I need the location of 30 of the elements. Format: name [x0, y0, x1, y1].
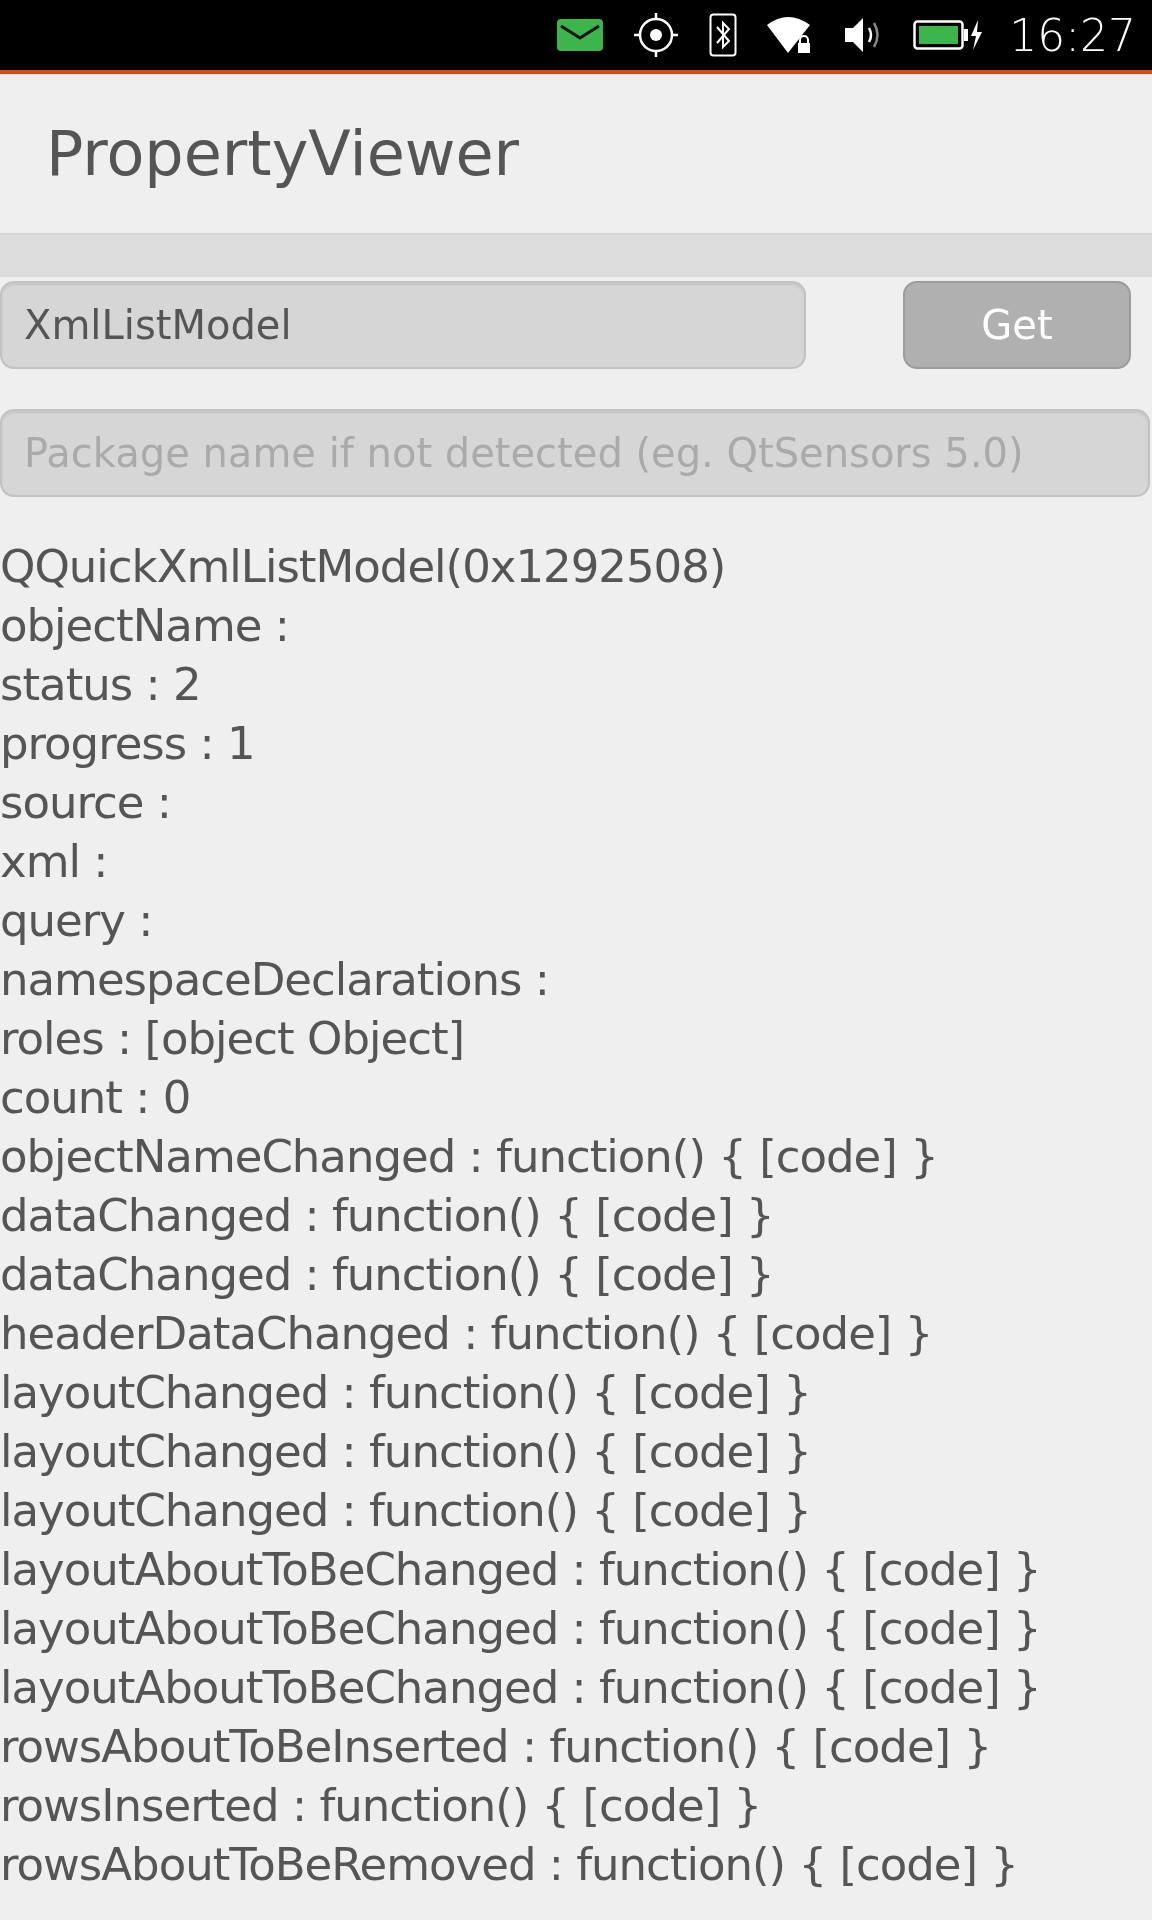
property-line: xml :	[0, 834, 108, 890]
bluetooth-icon[interactable]	[709, 13, 738, 57]
property-line: layoutAboutToBeChanged : function() { [code] }	[0, 1660, 1041, 1716]
property-line: layoutAboutToBeChanged : function() { [code] }	[0, 1601, 1041, 1657]
property-line: query :	[0, 893, 153, 949]
property-line: QQuickXmlListModel(0x1292508)	[0, 539, 726, 595]
property-line: rowsAboutToBeInserted : function() { [code] }	[0, 1719, 992, 1775]
property-line: rowsInserted : function() { [code] }	[0, 1778, 762, 1834]
property-line: layoutAboutToBeChanged : function() { [code] }	[0, 1542, 1041, 1598]
location-icon[interactable]	[633, 12, 680, 58]
app-title: PropertyViewer	[46, 117, 520, 190]
property-line: dataChanged : function() { [code] }	[0, 1188, 774, 1244]
battery-icon[interactable]	[913, 18, 984, 52]
property-line: source :	[0, 775, 171, 831]
property-line: dataChanged : function() { [code] }	[0, 1247, 774, 1303]
property-line: objectName :	[0, 598, 289, 654]
property-line: headerDataChanged : function() { [code] }	[0, 1306, 933, 1362]
property-line: layoutChanged : function() { [code] }	[0, 1483, 811, 1539]
property-line: progress : 1	[0, 716, 255, 772]
property-line: layoutChanged : function() { [code] }	[0, 1365, 811, 1421]
mail-icon[interactable]	[557, 19, 604, 51]
property-line: namespaceDeclarations :	[0, 952, 549, 1008]
property-line: count : 0	[0, 1070, 191, 1126]
property-line: status : 2	[0, 657, 201, 713]
type-name-field[interactable]: XmlListModel	[0, 281, 806, 369]
property-line: rowsAboutToBeRemoved : function() { [code] }	[0, 1837, 1018, 1893]
property-line: layoutChanged : function() { [code] }	[0, 1424, 811, 1480]
clock-time: 16:27	[1009, 9, 1136, 61]
property-line: objectNameChanged : function() { [code] }	[0, 1129, 938, 1185]
property-line: roles : [object Object]	[0, 1011, 465, 1067]
